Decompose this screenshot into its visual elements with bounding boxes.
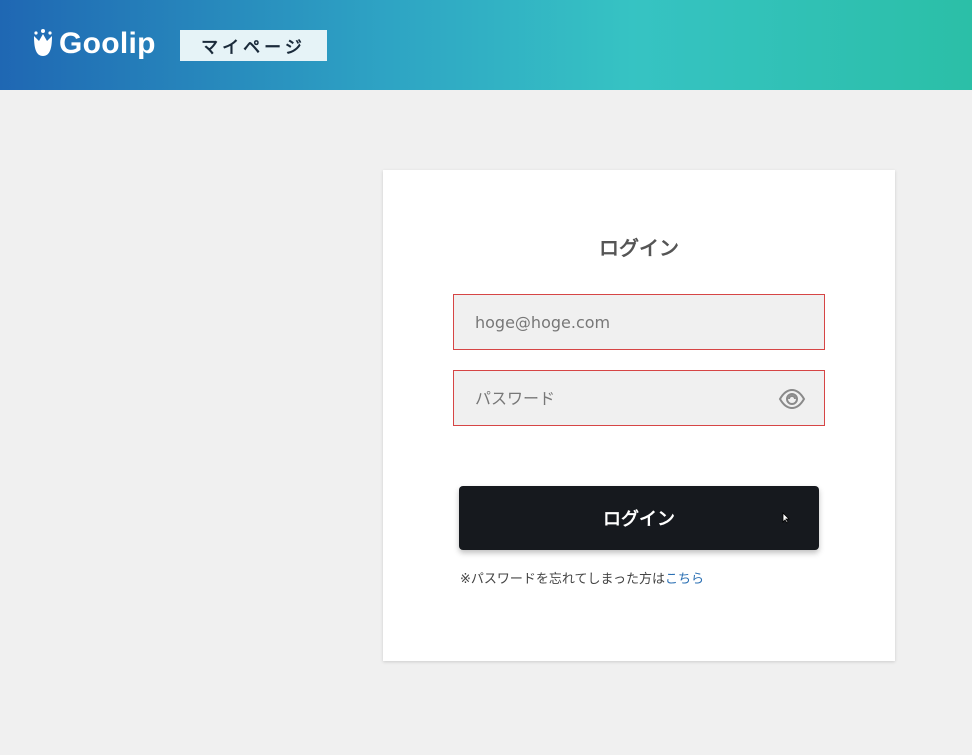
- app-header: Goolip マイページ: [0, 0, 972, 90]
- pointer-cursor-icon: [782, 512, 790, 524]
- login-title: ログイン: [599, 236, 679, 260]
- forgot-password-text: ※パスワードを忘れてしまった方はこちら: [460, 568, 704, 587]
- forgot-password-label: ※パスワードを忘れてしまった方は: [460, 572, 665, 587]
- login-card: ログイン ログイン ※パスワードを忘れてしまった方はこちら: [383, 170, 895, 661]
- email-field[interactable]: [454, 295, 824, 349]
- email-field-wrapper: [453, 294, 825, 350]
- tulip-icon: [34, 29, 52, 56]
- mypage-badge: マイページ: [180, 30, 327, 61]
- logo-text: Goolip: [59, 27, 156, 60]
- logo[interactable]: Goolip: [30, 24, 156, 64]
- login-button[interactable]: ログイン: [459, 486, 819, 550]
- eye-icon[interactable]: [778, 386, 806, 412]
- password-field[interactable]: [454, 371, 824, 425]
- forgot-password-link[interactable]: こちら: [665, 572, 704, 587]
- password-field-wrapper: [453, 370, 825, 426]
